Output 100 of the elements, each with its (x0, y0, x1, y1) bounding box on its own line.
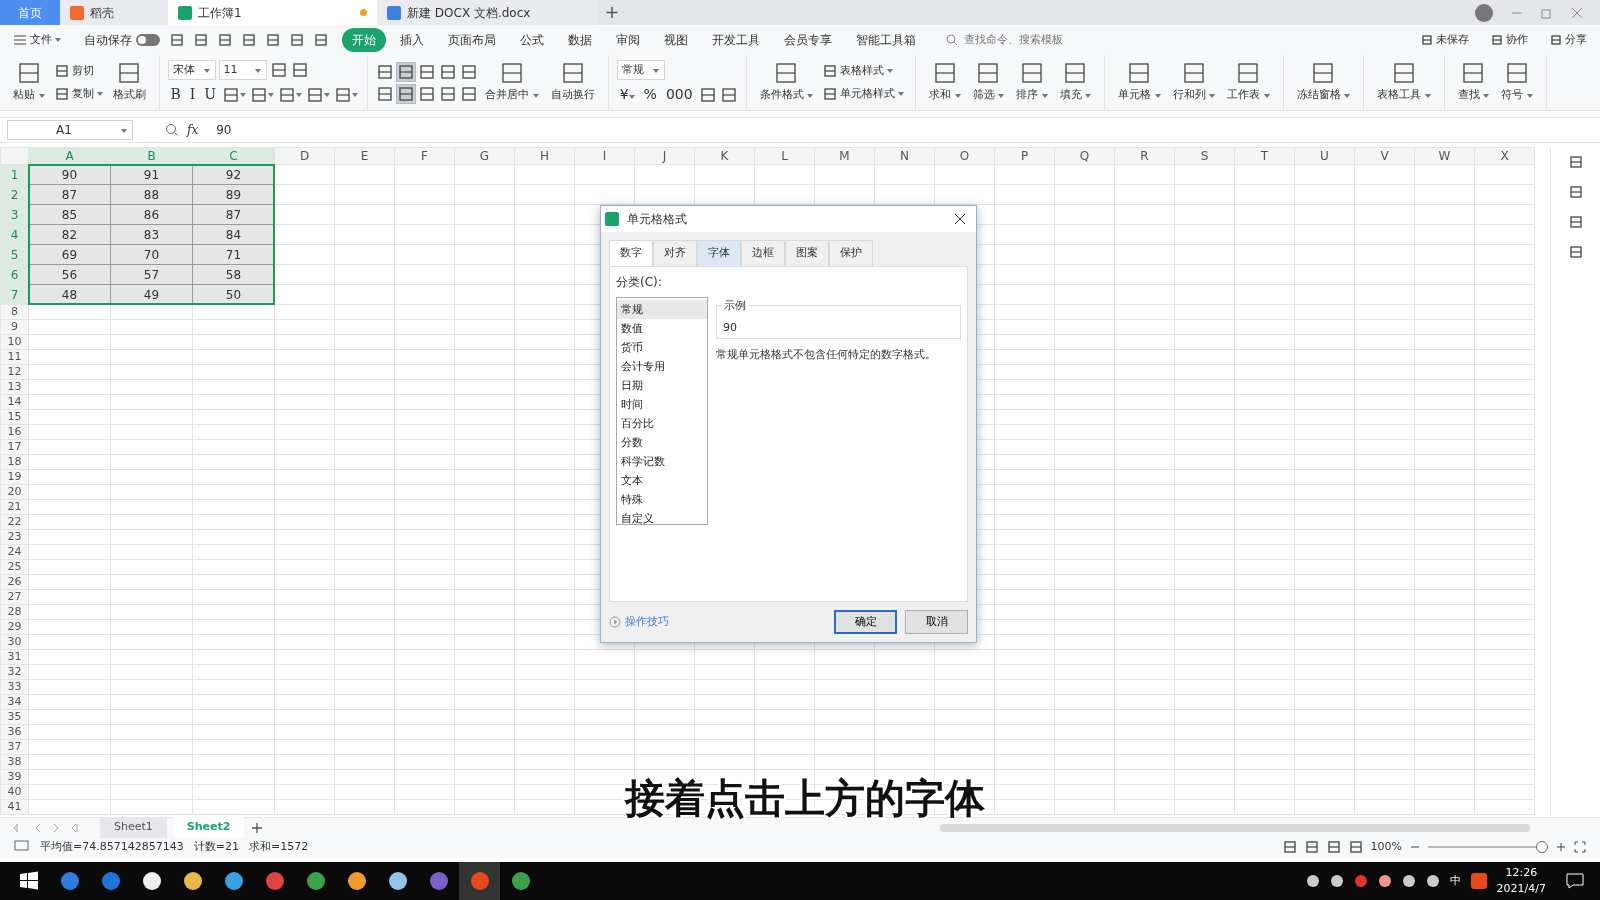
column-header[interactable]: J (634, 147, 695, 165)
ribbon-button[interactable]: 表格样式 (820, 62, 897, 81)
ribbon-tab[interactable]: 会员专享 (774, 28, 842, 52)
format-button[interactable]: 000 (662, 84, 696, 105)
notification-icon[interactable] (1566, 873, 1584, 889)
ribbon-tab[interactable]: 审阅 (606, 28, 650, 52)
tray-icon[interactable] (1401, 874, 1416, 888)
icon-button[interactable] (376, 84, 395, 103)
column-header[interactable]: B (110, 147, 193, 165)
tool-icon[interactable] (1348, 840, 1363, 854)
formula-field[interactable]: 90 (212, 120, 1530, 140)
category-item[interactable]: 分数 (617, 432, 707, 452)
tool-icon[interactable] (266, 33, 280, 47)
tool-icon[interactable] (218, 33, 232, 47)
icon-button[interactable] (418, 62, 437, 81)
ribbon-button[interactable]: 粘贴 (8, 59, 50, 106)
ribbon-tab[interactable]: 插入 (390, 28, 434, 52)
close-icon[interactable] (954, 213, 966, 225)
toolbar-action[interactable]: 分享 (1547, 30, 1590, 50)
dialog-tab[interactable]: 保护 (829, 240, 873, 266)
app-icon[interactable] (141, 871, 162, 891)
tray-icon[interactable] (1329, 874, 1344, 888)
clock-date[interactable]: 2021/4/7 (1496, 881, 1546, 897)
ribbon-button[interactable]: 条件格式 (754, 59, 819, 106)
document-tab[interactable]: 稻壳 (60, 0, 168, 25)
ribbon-button[interactable]: 表格工具 (1372, 59, 1436, 106)
icon-button[interactable] (439, 62, 458, 81)
horizontal-scrollbar[interactable] (940, 823, 1530, 832)
ribbon-tab[interactable]: 智能工具箱 (846, 28, 926, 52)
app-icon[interactable] (182, 871, 203, 891)
dialog-button[interactable]: 确定 (834, 610, 897, 634)
tray-icon[interactable] (1305, 874, 1320, 888)
tool-icon[interactable] (242, 33, 256, 47)
toolbar-action[interactable]: 协作 (1488, 30, 1531, 50)
toolbar-action[interactable]: 未保存 (1418, 30, 1472, 50)
tray-icon[interactable] (1377, 874, 1392, 888)
dialog-tab[interactable]: 字体 (697, 240, 741, 266)
ribbon-button[interactable]: 冻结窗格 (1291, 59, 1356, 106)
autosave-toggle[interactable] (136, 34, 160, 46)
format-button[interactable]: B (167, 84, 184, 105)
column-header[interactable]: H (514, 147, 575, 165)
dialog-tab[interactable]: 对齐 (653, 240, 697, 266)
ribbon-button[interactable]: 符号 (1496, 59, 1538, 106)
dropdown-field[interactable]: 11 (218, 60, 267, 80)
column-header[interactable]: M (814, 147, 875, 165)
row-header[interactable]: 1 (0, 164, 29, 185)
app-icon[interactable] (223, 871, 244, 891)
tool-icon[interactable] (1326, 840, 1341, 854)
column-header[interactable]: A (28, 147, 111, 165)
icon-button[interactable] (222, 85, 248, 104)
zoom-level[interactable]: 100% (1370, 838, 1402, 856)
column-header[interactable]: O (934, 147, 995, 165)
icon-button[interactable] (719, 85, 738, 104)
ribbon-button[interactable]: 工作表 (1222, 59, 1275, 106)
format-button[interactable]: % (640, 84, 660, 105)
avatar-icon[interactable] (1474, 2, 1494, 23)
format-button[interactable]: U (201, 84, 220, 105)
column-header[interactable]: L (754, 147, 815, 165)
icon-button[interactable] (698, 85, 717, 104)
tool-icon[interactable] (1568, 185, 1583, 199)
column-header[interactable]: S (1174, 147, 1235, 165)
name-box[interactable]: A1 (7, 120, 133, 140)
icon-button[interactable] (439, 84, 458, 103)
column-header[interactable]: X (1474, 147, 1535, 165)
category-item[interactable]: 特殊 (617, 489, 707, 509)
sheet-tab[interactable]: Sheet1 (100, 817, 167, 838)
tool-icon[interactable] (1568, 245, 1583, 259)
ribbon-button[interactable]: 排序 (1011, 59, 1053, 106)
tool-icon[interactable] (1568, 215, 1583, 229)
icon-button[interactable] (250, 85, 276, 104)
ribbon-button[interactable]: 合并居中 (480, 59, 544, 106)
column-header[interactable]: D (274, 147, 335, 165)
ribbon-tab[interactable]: 页面布局 (438, 28, 506, 52)
row-header[interactable]: 6 (0, 264, 29, 285)
column-header[interactable]: V (1354, 147, 1415, 165)
app-icon[interactable] (387, 871, 408, 891)
ribbon-button[interactable]: 填充 (1054, 59, 1097, 106)
zoom-slider-thumb[interactable] (1536, 841, 1548, 853)
dialog-tab[interactable]: 数字 (609, 240, 653, 266)
dialog-tab[interactable]: 边框 (741, 240, 785, 266)
ribbon-button[interactable]: 查找 (1452, 59, 1495, 106)
ribbon-tab[interactable]: 开发工具 (702, 28, 770, 52)
row-header[interactable]: 3 (0, 204, 29, 225)
fullscreen-icon[interactable] (1574, 841, 1586, 853)
ribbon-tab[interactable]: 视图 (654, 28, 698, 52)
tool-icon[interactable] (1282, 840, 1297, 854)
row-header[interactable]: 4 (0, 224, 29, 245)
plus-icon[interactable] (250, 820, 265, 835)
ribbon-button[interactable]: 剪切 (51, 62, 97, 81)
column-header[interactable]: W (1414, 147, 1475, 165)
column-header[interactable]: U (1294, 147, 1355, 165)
ribbon-button[interactable]: 单元格 (1113, 59, 1166, 106)
category-item[interactable]: 日期 (617, 375, 707, 395)
icon-button[interactable] (418, 84, 437, 103)
icon-button[interactable] (334, 85, 360, 104)
format-button[interactable]: ¥ (616, 84, 638, 105)
row-header[interactable]: 2 (0, 184, 29, 205)
column-header[interactable]: N (874, 147, 935, 165)
column-header[interactable]: E (334, 147, 395, 165)
dropdown-field[interactable]: 常规 (616, 60, 665, 80)
